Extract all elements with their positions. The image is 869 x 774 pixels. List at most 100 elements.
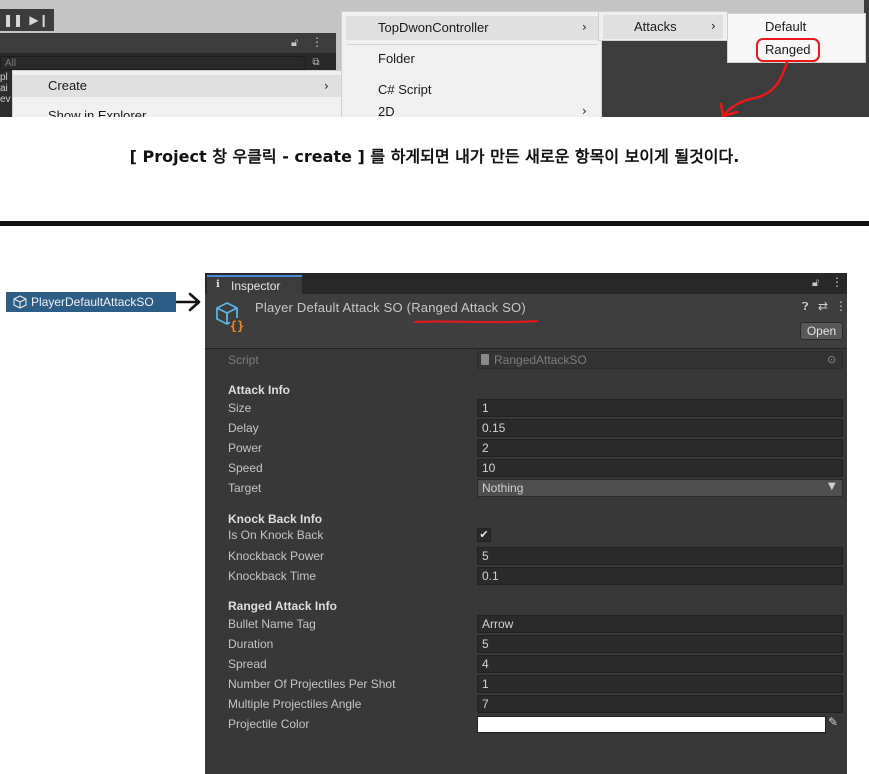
chevron-right-icon: › [711, 19, 716, 33]
chevron-right-icon: › [582, 104, 587, 117]
speed-field[interactable]: 10 [477, 459, 843, 477]
script-field: RangedAttackSO ⊙ [477, 351, 843, 369]
ranged-attack-info-header: Ranged Attack Info [228, 599, 337, 613]
bullet-name-tag-field[interactable]: Arrow [477, 615, 843, 633]
duration-value: 5 [482, 637, 489, 651]
script-label: Script [228, 353, 259, 367]
power-value: 2 [482, 441, 489, 455]
filter-icon[interactable]: ⧉ [308, 55, 324, 71]
preset-icon[interactable]: ⇄ [818, 299, 828, 313]
target-label: Target [228, 481, 262, 495]
knockback-power-value: 5 [482, 549, 489, 563]
power-field[interactable]: 2 [477, 439, 843, 457]
caption-text: [ Project 창 우클릭 - create ] 를 하게되면 내가 만든 … [129, 147, 740, 166]
checkmark-icon: ✔ [479, 528, 489, 541]
scriptable-object-icon [13, 295, 27, 309]
menu-item-create-label: Create [48, 78, 88, 93]
project-panel-header [0, 33, 336, 53]
chevron-right-icon: › [324, 79, 329, 93]
speed-value: 10 [482, 461, 496, 475]
attack-info-header: Attack Info [228, 383, 291, 397]
more-options-icon[interactable]: ⋮ [311, 35, 323, 49]
duration-label: Duration [228, 637, 274, 651]
arrow-right-icon [176, 292, 201, 312]
menu-item-create[interactable]: Create › [13, 75, 341, 97]
more-options-icon[interactable]: ⋮ [831, 275, 843, 289]
inspector-panel: ℹ Inspector 🔓︎ ⋮ {} Player Default Attac… [205, 273, 847, 774]
menu-item-show-in-explorer[interactable]: Show in Explorer [48, 108, 146, 117]
multiple-projectiles-angle-value: 7 [482, 697, 489, 711]
help-icon[interactable]: ❓︎ [802, 300, 809, 314]
menu-item-topdown-label: TopDwonController [378, 20, 489, 35]
menu-item-attacks[interactable]: Attacks › [603, 15, 723, 39]
bullet-name-tag-label: Bullet Name Tag [228, 617, 316, 631]
spread-label: Spread [228, 657, 267, 671]
project-list-edge: pl ai ev [0, 72, 12, 117]
menu-item-folder[interactable]: Folder [378, 51, 415, 66]
scriptable-object-icon: {} [216, 302, 244, 333]
spread-field[interactable]: 4 [477, 655, 843, 673]
chevron-right-icon: › [582, 20, 587, 34]
projectiles-per-shot-label: Number Of Projectiles Per Shot [228, 677, 396, 691]
title-underline-mark [414, 320, 538, 324]
lock-icon[interactable]: 🔓︎ [812, 276, 819, 290]
annotation-arrow-icon [719, 60, 789, 117]
projectile-color-label: Projectile Color [228, 717, 310, 731]
knockback-time-label: Knockback Time [228, 569, 317, 583]
asset-name: PlayerDefaultAttackSO [31, 295, 154, 309]
menu-item-default[interactable]: Default [765, 19, 806, 34]
pause-icon[interactable]: ❚❚ [2, 11, 24, 29]
delay-label: Delay [228, 421, 259, 435]
asset-item[interactable]: PlayerDefaultAttackSO [6, 292, 176, 312]
eyedropper-icon[interactable]: ✎ [828, 715, 838, 729]
menu-separator [347, 44, 597, 45]
svg-text:{}: {} [230, 319, 244, 333]
multiple-projectiles-angle-field[interactable]: 7 [477, 695, 843, 713]
object-picker-icon[interactable]: ⊙ [827, 353, 836, 366]
duration-field[interactable]: 5 [477, 635, 843, 653]
menu-item-2d[interactable]: 2D [378, 104, 395, 117]
knockback-power-field[interactable]: 5 [477, 547, 843, 565]
projectiles-per-shot-field[interactable]: 1 [477, 675, 843, 693]
create-submenu: TopDwonController › Folder C# Script 2D … [341, 11, 602, 117]
menu-item-attacks-label: Attacks [634, 19, 677, 34]
knockback-time-field[interactable]: 0.1 [477, 567, 843, 585]
dropdown-caret-icon: ▼ [828, 481, 836, 492]
size-value: 1 [482, 401, 489, 415]
delay-value: 0.15 [482, 421, 506, 435]
target-dropdown[interactable]: Nothing ▼ [477, 479, 843, 497]
spread-value: 4 [482, 657, 489, 671]
search-placeholder: All [5, 58, 17, 69]
size-field[interactable]: 1 [477, 399, 843, 417]
menu-item-csharp-script[interactable]: C# Script [378, 82, 431, 97]
power-label: Power [228, 441, 263, 455]
background-strip [600, 0, 869, 10]
delay-field[interactable]: 0.15 [477, 419, 843, 437]
menu-item-topdown-controller[interactable]: TopDwonController › [346, 16, 598, 40]
tab-inspector-label: Inspector [231, 279, 281, 293]
open-button[interactable]: Open [800, 322, 843, 340]
inspector-title: Player Default Attack SO (Ranged Attack … [255, 300, 526, 315]
project-context-menu: Create › Show in Explorer [12, 70, 342, 117]
inspector-tabbar: ℹ Inspector 🔓︎ ⋮ [205, 273, 847, 294]
play-toolbar: ❚❚ ▶❙ [0, 9, 54, 31]
script-file-icon [481, 354, 489, 365]
knockback-time-value: 0.1 [482, 569, 499, 583]
speed-label: Speed [228, 461, 263, 475]
project-search-input[interactable]: All [0, 56, 306, 70]
knock-back-info-header: Knock Back Info [228, 512, 323, 526]
inspector-header: {} Player Default Attack SO (Ranged Atta… [205, 294, 847, 349]
section-divider [0, 221, 869, 226]
info-icon: ℹ [216, 279, 220, 290]
knockback-power-label: Knockback Power [228, 549, 325, 563]
context-menu-screenshot: ❚❚ ▶❙ 🔓︎ ⋮ All ⧉ pl ai ev Create › Show in… [0, 0, 869, 117]
more-options-icon[interactable]: ⋮ [835, 299, 847, 313]
projectile-color-swatch[interactable] [477, 716, 826, 733]
size-label: Size [228, 401, 252, 415]
script-value: RangedAttackSO [494, 353, 587, 367]
lock-icon[interactable]: 🔓︎ [291, 36, 298, 50]
target-value: Nothing [482, 481, 524, 495]
tab-inspector[interactable]: ℹ Inspector [207, 275, 302, 294]
is-on-knock-back-checkbox[interactable]: ✔ [477, 528, 491, 542]
step-icon[interactable]: ▶❙ [28, 11, 50, 29]
